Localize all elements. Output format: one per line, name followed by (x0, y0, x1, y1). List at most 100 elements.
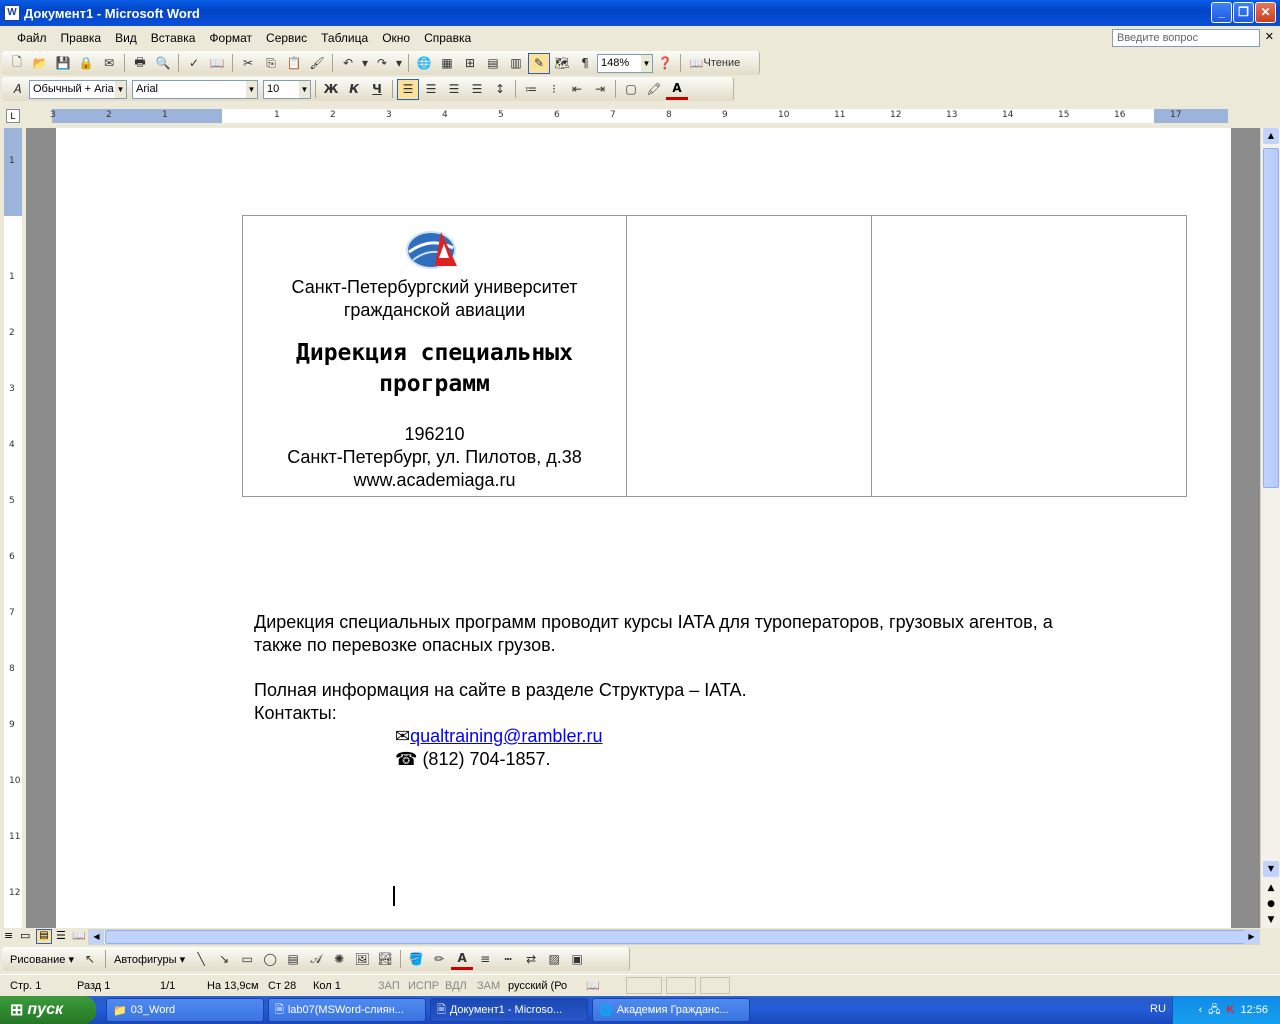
wordart-icon[interactable]: 𝒜 (305, 949, 327, 970)
chevron-down-icon[interactable]: ▼ (246, 80, 257, 98)
insert-excel-icon[interactable]: ▤ (482, 53, 504, 74)
format-painter-icon[interactable]: 🖌 (306, 53, 328, 74)
scroll-up-icon[interactable]: ▲ (1263, 128, 1279, 144)
rectangle-icon[interactable]: ▭ (236, 949, 258, 970)
menu-view[interactable]: Вид (108, 31, 144, 45)
font-size-select[interactable]: 10 ▼ (263, 79, 311, 99)
letterhead-cell-2[interactable] (626, 215, 872, 497)
select-browse-object-icon[interactable]: ● (1263, 896, 1279, 912)
close-button[interactable]: ✕ (1255, 2, 1276, 23)
scroll-left-icon[interactable]: ◀ (89, 930, 104, 944)
dash-style-icon[interactable]: ┅ (497, 949, 519, 970)
copy-icon[interactable]: ⎘ (260, 53, 282, 74)
outline-view-icon[interactable]: ☰ (56, 929, 66, 942)
print-preview-icon[interactable]: 🔍 (152, 53, 174, 74)
menu-format[interactable]: Формат (202, 31, 259, 45)
text-box-icon[interactable]: ▤ (282, 949, 304, 970)
fill-color-icon[interactable]: 🪣 (405, 949, 427, 970)
menu-table[interactable]: Таблица (314, 31, 375, 45)
chevron-down-icon[interactable]: ▼ (641, 54, 652, 72)
horizontal-scroll-thumb[interactable] (105, 930, 1245, 944)
next-page-icon[interactable]: ▼ (1263, 912, 1279, 928)
network-icon[interactable]: 🖧 (1208, 1001, 1220, 1020)
scroll-right-icon[interactable]: ▶ (1244, 930, 1259, 944)
bullets-icon[interactable]: ⁝ (543, 79, 565, 100)
select-objects-icon[interactable]: ↖ (79, 949, 101, 970)
3d-icon[interactable]: ▣ (566, 949, 588, 970)
letterhead-cell-3[interactable] (871, 215, 1187, 497)
tab-selector-icon[interactable]: L (6, 109, 20, 123)
paragraph-info[interactable]: Полная информация на сайте в разделе Стр… (254, 679, 747, 725)
arrow-style-icon[interactable]: ⇄ (520, 949, 542, 970)
tray-arrow-icon[interactable]: ‹ (1199, 1004, 1203, 1016)
align-right-icon[interactable]: ☰ (443, 79, 465, 100)
menu-tools[interactable]: Сервис (259, 31, 314, 45)
arrow-icon[interactable]: ↘ (213, 949, 235, 970)
taskbar-item-document1[interactable]: 🗎 Документ1 - Microso... (430, 998, 588, 1022)
undo-icon[interactable]: ↶ (337, 53, 359, 74)
letterhead-cell-org[interactable]: Санкт-Петербургский университет гражданс… (242, 215, 627, 497)
reading-view-icon[interactable]: 📖 (72, 929, 86, 942)
taskbar-item-browser[interactable]: 🌐 Академия Гражданс... (592, 998, 750, 1022)
document-page[interactable]: Санкт-Петербургский университет гражданс… (56, 128, 1231, 928)
redo-dropdown-icon[interactable]: ▾ (394, 53, 404, 74)
tables-borders-icon[interactable]: ▦ (436, 53, 458, 74)
help-icon[interactable]: ❓ (654, 53, 676, 74)
show-formatting-icon[interactable]: ¶ (574, 53, 596, 74)
minimize-button[interactable]: _ (1211, 2, 1232, 23)
vertical-scrollbar[interactable]: ▲ ▼ ▲ ● ▼ (1260, 128, 1280, 928)
borders-icon[interactable]: ▢ (620, 79, 642, 100)
align-left-icon[interactable]: ☰ (397, 78, 419, 100)
document-map-icon[interactable]: 🗺 (551, 53, 573, 74)
menu-window[interactable]: Окно (375, 31, 417, 45)
line-icon[interactable]: ╲ (190, 949, 212, 970)
chevron-down-icon[interactable]: ▼ (299, 80, 310, 98)
line-style-icon[interactable]: ≡ (474, 949, 496, 970)
horizontal-ruler[interactable]: L 3 2 1 1 2 3 4 5 6 7 8 9 10 11 12 13 14 15 16 17 (0, 104, 1262, 126)
taskbar-item-folder[interactable]: 📁 03_Word (106, 998, 264, 1022)
line-spacing-icon[interactable]: ↕ (489, 79, 511, 100)
style-select[interactable]: Обычный + Aria ▼ (29, 79, 127, 99)
antivirus-icon[interactable]: K (1227, 1004, 1235, 1016)
reading-layout-button[interactable]: 📖 Чтение (685, 53, 745, 74)
align-center-icon[interactable]: ☰ (420, 79, 442, 100)
vertical-scroll-thumb[interactable] (1263, 148, 1279, 488)
menu-file[interactable]: Файл (10, 31, 54, 45)
redo-icon[interactable]: ↷ (371, 53, 393, 74)
taskbar-item-lab07[interactable]: 🗎 lab07(MSWord-слиян... (268, 998, 426, 1022)
diagram-icon[interactable]: ✺ (328, 949, 350, 970)
menu-edit[interactable]: Правка (54, 31, 109, 45)
oval-icon[interactable]: ◯ (259, 949, 281, 970)
previous-page-icon[interactable]: ▲ (1263, 880, 1279, 896)
print-icon[interactable]: 🖶 (129, 53, 151, 74)
styles-pane-icon[interactable]: 𝐴 (6, 79, 28, 100)
maximize-button[interactable]: ❐ (1233, 2, 1254, 23)
status-track-changes[interactable]: ИСПР (408, 978, 439, 994)
numbering-icon[interactable]: ≔ (520, 79, 542, 100)
email-icon[interactable]: ✉ (98, 53, 120, 74)
increase-indent-icon[interactable]: ⇥ (589, 79, 611, 100)
columns-icon[interactable]: ▥ (505, 53, 527, 74)
drawing-menu-button[interactable]: Рисование ▾ (6, 953, 78, 966)
highlight-icon[interactable]: 🖍 (643, 79, 665, 100)
horizontal-scroll-track[interactable]: ◀ ▶ (88, 929, 1260, 945)
web-view-icon[interactable]: ▭ (20, 929, 30, 942)
spelling-status-icon[interactable]: 📖 (586, 978, 600, 994)
clock[interactable]: 12:56 (1240, 1004, 1268, 1016)
ask-question-input[interactable]: Введите вопрос (1112, 29, 1260, 47)
zoom-select[interactable]: 148% ▼ (597, 53, 653, 73)
research-icon[interactable]: 📖 (206, 53, 228, 74)
start-button[interactable]: ⊞ пуск (0, 996, 96, 1024)
font-color-icon[interactable]: A (666, 79, 688, 100)
shadow-icon[interactable]: ▨ (543, 949, 565, 970)
status-overtype[interactable]: ЗАМ (477, 978, 500, 994)
open-icon[interactable]: 📂 (29, 53, 51, 74)
close-document-icon[interactable]: ✕ (1265, 30, 1274, 43)
decrease-indent-icon[interactable]: ⇤ (566, 79, 588, 100)
email-link[interactable]: qualtraining@rambler.ru (410, 726, 602, 746)
menu-help[interactable]: Справка (417, 31, 478, 45)
bold-button[interactable]: Ж (320, 79, 342, 100)
clipart-icon[interactable]: 🖼 (351, 949, 373, 970)
permission-icon[interactable]: 🔒 (75, 53, 97, 74)
cut-icon[interactable]: ✂ (237, 53, 259, 74)
